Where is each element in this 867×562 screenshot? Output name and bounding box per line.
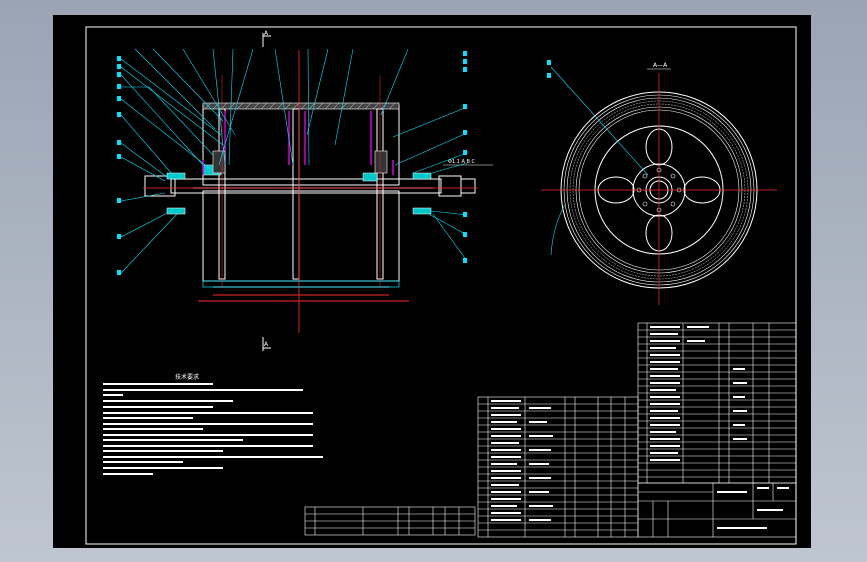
section-mark-bottom: A <box>264 341 269 348</box>
parts-list-main <box>477 396 639 538</box>
left-bearing <box>166 172 186 180</box>
parts-list-small <box>304 506 476 536</box>
shaft-note: Φ1.1 A B C <box>448 159 476 165</box>
cad-drawing: A A Φ1.1 A B C A—A 技术要求 <box>85 26 797 545</box>
section-view: A A Φ1.1 A B C <box>117 30 493 351</box>
end-view: A—A <box>541 60 777 305</box>
tech-notes-title: 技术要求 <box>175 373 199 381</box>
section-view-label: A—A <box>653 62 668 69</box>
drawing-frame <box>85 26 797 545</box>
technical-notes: 技术要求 <box>103 373 323 475</box>
drum-lower-half <box>202 190 400 282</box>
drawing-sheet: A A Φ1.1 A B C A—A 技术要求 <box>53 15 811 548</box>
parts-list-upper-text <box>650 326 747 461</box>
